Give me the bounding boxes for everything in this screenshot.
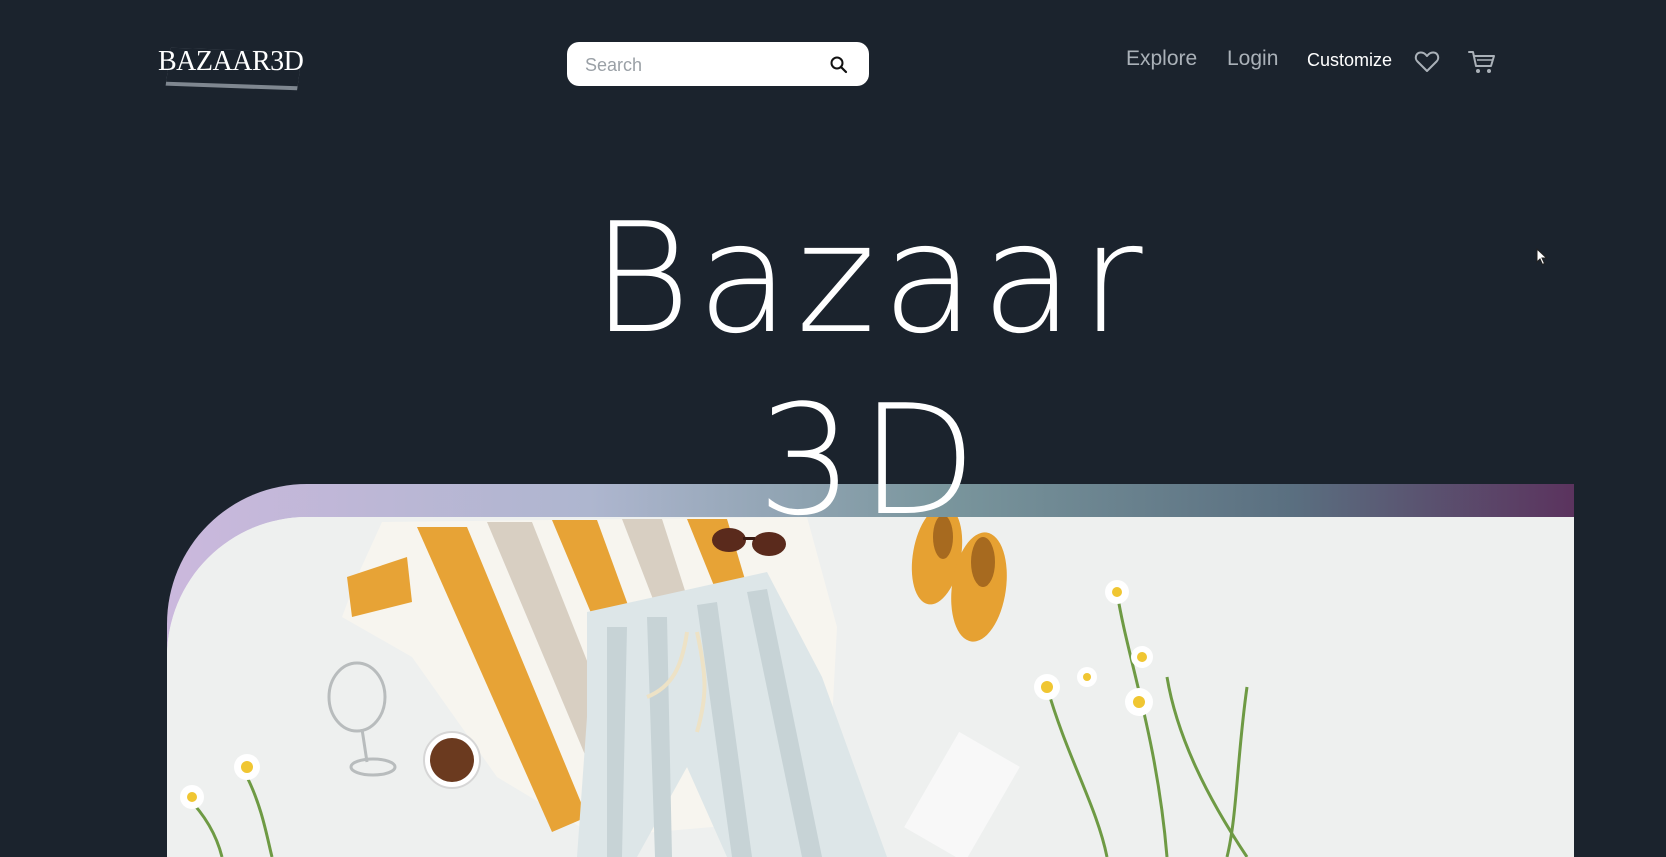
hero-title-line1: Bazaar [591, 190, 1149, 367]
cart-icon[interactable] [1468, 49, 1496, 75]
hero-photo-illustration [167, 517, 1574, 857]
hero-image [167, 517, 1574, 857]
search-bar [567, 42, 869, 88]
heart-icon[interactable] [1414, 50, 1440, 74]
search-input[interactable] [583, 42, 817, 88]
nav-login[interactable]: Login [1227, 47, 1278, 77]
logo[interactable]: BAZAAR3D [154, 44, 304, 91]
search-icon[interactable] [829, 55, 849, 75]
hero-title: Bazaar 3D [0, 188, 1666, 552]
site-header: BAZAAR3D Explore Login Customize [0, 0, 1666, 130]
nav-explore[interactable]: Explore [1126, 47, 1197, 77]
coffee-cup [423, 731, 481, 789]
hero-title-line2: 3D [757, 372, 983, 549]
mouse-cursor-icon [1536, 248, 1548, 266]
logo-text: BAZAAR3D [158, 46, 304, 77]
nav-customize[interactable]: Customize [1307, 50, 1392, 80]
